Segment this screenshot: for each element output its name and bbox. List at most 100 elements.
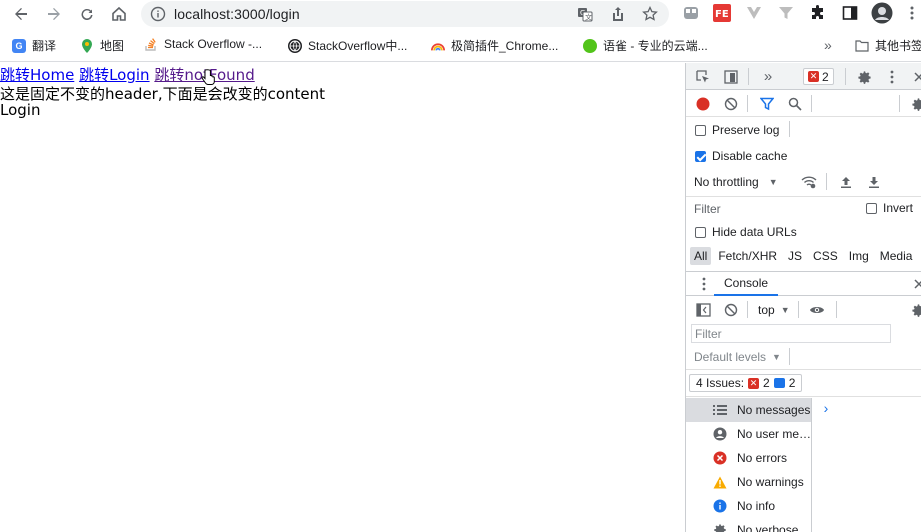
tab-console[interactable]: Console: [714, 272, 779, 296]
filter-funnel-icon[interactable]: [759, 96, 775, 112]
extension-gallery-icon[interactable]: [682, 4, 700, 22]
type-filter-all[interactable]: All: [690, 247, 712, 265]
type-filter-js[interactable]: JS: [784, 247, 806, 265]
extensions-puzzle-icon[interactable]: [809, 4, 827, 22]
live-expression-eye-icon[interactable]: [809, 302, 825, 318]
network-filter-input[interactable]: Filter: [694, 202, 721, 216]
issues-button[interactable]: 4 Issues: ✕ 2 2: [689, 374, 803, 392]
sidebar-toggle-icon[interactable]: [695, 302, 711, 318]
user-icon: [713, 427, 727, 441]
verbose-icon: [713, 523, 727, 532]
disable-cache-checkbox[interactable]: Disable cache: [695, 149, 787, 163]
browser-menu-icon[interactable]: [903, 4, 921, 22]
disable-cache-label: Disable cache: [712, 149, 788, 163]
page-viewport: 跳转Home 跳转Login 跳转notFound 这是固定不变的header,…: [0, 63, 685, 532]
drawer-menu-icon[interactable]: [696, 276, 712, 292]
bookmark-chrome-plugins[interactable]: 极简插件_Chrome...: [431, 37, 558, 54]
context-select[interactable]: top ▼: [758, 303, 790, 317]
search-icon[interactable]: [787, 96, 803, 112]
bookmark-maps[interactable]: 地图: [80, 37, 124, 54]
invert-checkbox[interactable]: Invert: [866, 201, 913, 215]
dropdown-caret-icon: ▼: [768, 177, 778, 187]
error-count-badge[interactable]: ✕ 2: [803, 68, 834, 85]
reload-button[interactable]: [75, 2, 99, 26]
sidebar-item-info[interactable]: No info: [686, 494, 811, 518]
close-drawer-icon[interactable]: [911, 276, 921, 292]
sidebar-item-errors[interactable]: No errors: [686, 446, 811, 470]
import-har-icon[interactable]: [838, 174, 854, 190]
error-icon: ✕: [748, 377, 760, 389]
type-filter-media[interactable]: Media: [876, 247, 917, 265]
forward-button[interactable]: [42, 2, 66, 26]
sidebar-item-warnings[interactable]: No warnings: [686, 470, 811, 494]
sidebar-item-messages[interactable]: No messages: [686, 398, 811, 422]
separator: [845, 68, 846, 85]
devtools-tabstrip: » ✕ 2: [686, 63, 921, 90]
default-levels-select[interactable]: Default levels ▼: [694, 350, 781, 364]
close-devtools-icon[interactable]: [911, 69, 921, 85]
clear-console-icon[interactable]: [723, 302, 739, 318]
network-filter-placeholder: Filter: [694, 202, 721, 216]
network-settings-gear-icon[interactable]: [910, 96, 921, 112]
device-toolbar-icon[interactable]: [723, 69, 739, 85]
sidebar-item-user-messages[interactable]: No user me…: [686, 422, 811, 446]
rainbow-icon: [431, 39, 445, 53]
fe-extension-icon[interactable]: FE: [713, 4, 731, 22]
hide-data-urls-checkbox[interactable]: Hide data URLs: [695, 225, 797, 239]
bookmark-yuque[interactable]: 语雀 - 专业的云端...: [583, 37, 708, 54]
clear-icon[interactable]: [723, 96, 739, 112]
share-icon[interactable]: [609, 5, 627, 23]
bookmark-translate[interactable]: G 翻译: [12, 37, 56, 54]
back-button[interactable]: [9, 2, 33, 26]
translate-icon[interactable]: G文: [576, 5, 594, 23]
reload-icon: [81, 9, 93, 21]
link-home[interactable]: 跳转Home: [0, 66, 74, 84]
inspect-element-icon[interactable]: [695, 69, 711, 85]
devtools-menu-icon[interactable]: [884, 69, 900, 85]
side-panel-icon[interactable]: [841, 4, 859, 22]
more-tabs-chevron-icon[interactable]: »: [760, 68, 776, 85]
console-settings-gear-icon[interactable]: [910, 302, 921, 318]
type-filter-fetch-xhr[interactable]: Fetch/XHR: [714, 247, 781, 265]
record-icon[interactable]: [695, 96, 711, 112]
bookmark-other[interactable]: 其他书签: [855, 37, 921, 54]
bookmark-label: 其他书签: [875, 39, 921, 53]
arrow-left-icon: [15, 8, 27, 20]
sidebar-item-label: No info: [737, 499, 776, 513]
chevron-right-icon[interactable]: ›: [818, 400, 834, 416]
separator: [836, 301, 837, 318]
bookmarks-bar: G 翻译 地图 Stack Overflow -... StackOverflo…: [0, 28, 921, 62]
bookmarks-overflow-chevron[interactable]: »: [824, 37, 832, 53]
devtools-panel: » ✕ 2 Preserve log Disable cache No thro…: [685, 63, 921, 532]
profile-avatar[interactable]: [871, 2, 893, 24]
error-icon: ✕: [808, 71, 819, 82]
arrow-right-icon: [48, 8, 60, 20]
console-filter-input[interactable]: Filter: [691, 324, 891, 343]
type-filter-img[interactable]: Img: [845, 247, 873, 265]
console-filter-placeholder: Filter: [695, 327, 722, 341]
vue-devtools-icon[interactable]: [745, 4, 763, 22]
home-icon: [112, 6, 126, 21]
link-login[interactable]: 跳转Login: [79, 66, 149, 84]
home-button[interactable]: [107, 2, 131, 26]
address-bar[interactable]: localhost:3000/login G文: [141, 1, 669, 27]
throttling-select[interactable]: No throttling ▼: [694, 175, 778, 189]
bookmark-stackoverflow-cn[interactable]: StackOverflow中...: [288, 37, 407, 54]
filter-extension-icon[interactable]: [777, 4, 795, 22]
throttling-value: No throttling: [694, 175, 759, 189]
map-pin-icon: [80, 38, 94, 53]
info-icon: [713, 499, 727, 513]
bookmark-star-icon[interactable]: [641, 5, 659, 23]
network-conditions-icon[interactable]: [801, 174, 817, 190]
type-filter-css[interactable]: CSS: [809, 247, 842, 265]
preserve-log-checkbox[interactable]: Preserve log: [695, 123, 779, 137]
message-icon: [773, 378, 785, 388]
url-text: localhost:3000/login: [174, 6, 300, 22]
hand-pointer-icon: [201, 69, 215, 85]
sidebar-item-verbose[interactable]: No verbose: [686, 518, 811, 532]
hide-data-urls-label: Hide data URLs: [712, 225, 797, 239]
bookmark-stackoverflow[interactable]: Stack Overflow -...: [144, 37, 262, 51]
settings-gear-icon[interactable]: [856, 69, 872, 85]
export-har-icon[interactable]: [866, 174, 882, 190]
console-toolbar: top ▼: [686, 297, 921, 323]
